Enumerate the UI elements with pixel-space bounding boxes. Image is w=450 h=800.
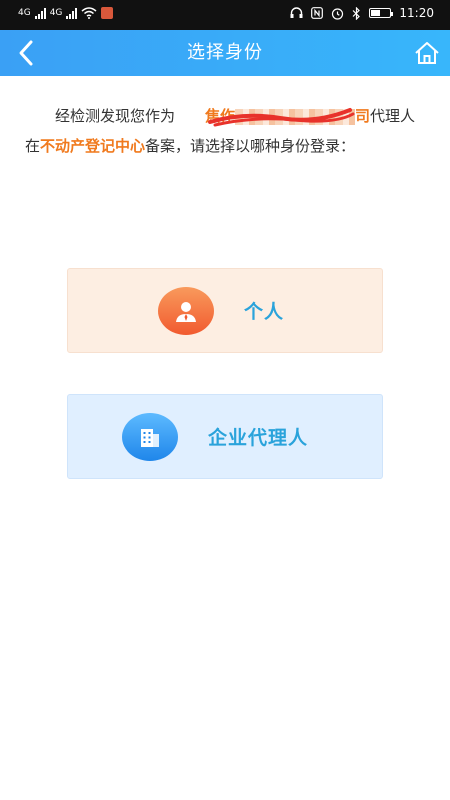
network-type-1: 4G (18, 8, 31, 18)
signal-icon-2 (66, 7, 78, 19)
nfc-icon (311, 7, 324, 19)
personal-role-button[interactable]: 个人 (67, 268, 383, 353)
personal-role-label: 个人 (244, 301, 285, 323)
status-right: 11:20 (290, 6, 434, 20)
redaction-scribble (208, 108, 355, 127)
status-time: 11:20 (399, 6, 434, 20)
bluetooth-icon (352, 6, 361, 20)
person-icon (158, 286, 214, 335)
notice-prefix: 经检测发现您作为 (55, 107, 176, 125)
company-name-end: 司 (355, 107, 371, 125)
signal-icon (34, 7, 46, 19)
alarm-icon (332, 7, 344, 20)
registration-center-name: 不动产登记中心 (40, 137, 146, 155)
wifi-icon (81, 7, 97, 19)
enterprise-agent-role-label: 企业代理人 (208, 427, 309, 449)
home-icon[interactable] (414, 41, 440, 65)
network-type-2: 4G (49, 8, 63, 18)
battery-icon (369, 8, 394, 18)
nav-bar: 选择身份 (0, 30, 450, 76)
building-icon (122, 412, 178, 461)
notification-app-icon (101, 7, 114, 19)
page-title: 选择身份 (187, 42, 263, 63)
status-bar: 4G 4G 11:20 (0, 0, 450, 30)
enterprise-agent-role-button[interactable]: 企业代理人 (67, 394, 383, 479)
notice-suffix: 备案，请选择以哪种身份登录： (145, 137, 356, 155)
headset-icon (290, 7, 303, 18)
status-left: 4G 4G (18, 7, 114, 19)
